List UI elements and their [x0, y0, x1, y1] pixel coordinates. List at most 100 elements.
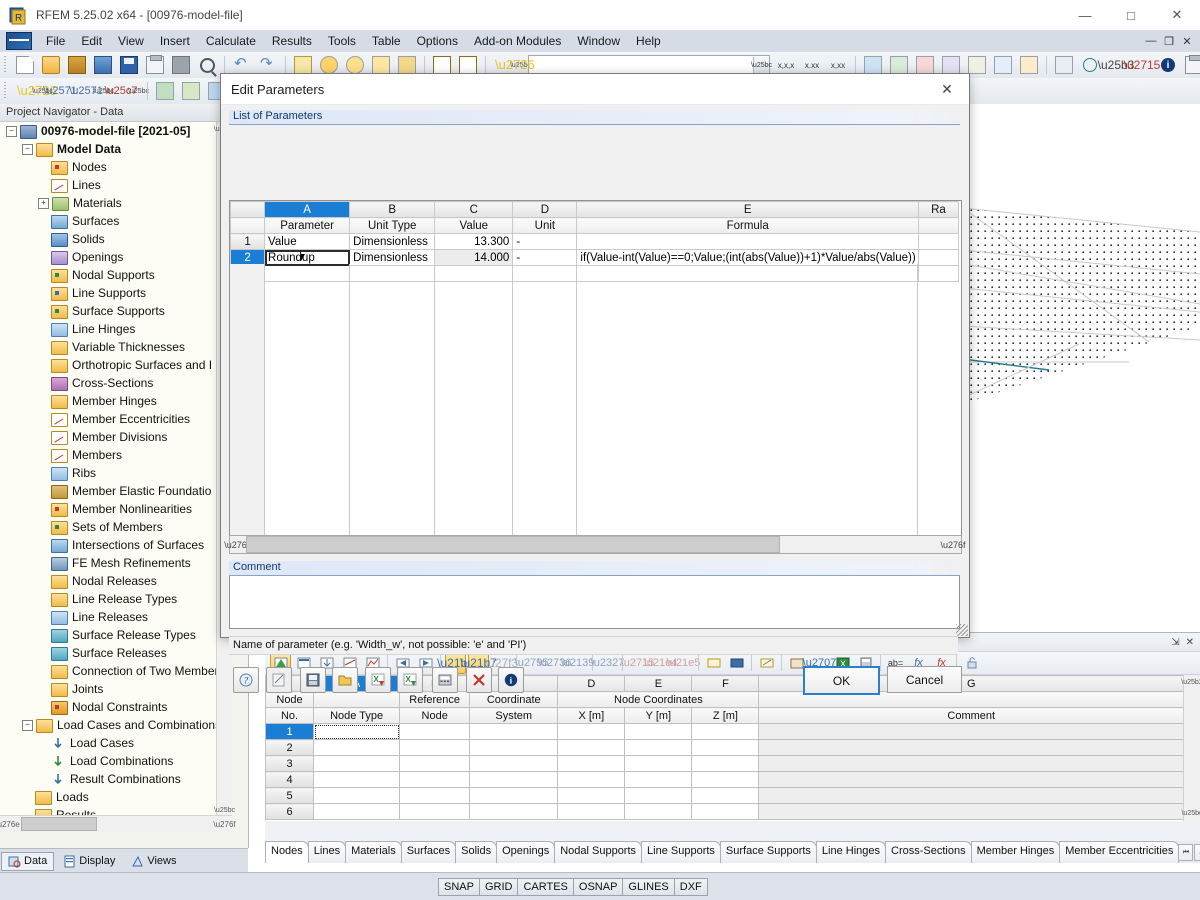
column-letter-a[interactable]: A: [264, 201, 351, 218]
mdi-close-button[interactable]: ✕: [1180, 35, 1194, 48]
tab-line-supports[interactable]: Line Supports: [641, 841, 721, 863]
cell-coordinate-system[interactable]: [469, 803, 559, 820]
column-letter-c[interactable]: C: [434, 201, 514, 218]
mdi-restore-button[interactable]: ❐: [1162, 35, 1176, 48]
sidebar-item-nodes[interactable]: Nodes: [0, 158, 232, 176]
sidebar-item-fe-mesh-refinements[interactable]: FE Mesh Refinements: [0, 554, 232, 572]
sidebar-item-line-release-types[interactable]: Line Release Types: [0, 590, 232, 608]
cell-x[interactable]: [557, 787, 626, 804]
calculator-icon[interactable]: [432, 667, 458, 693]
cell-node-type[interactable]: [313, 771, 401, 788]
sidebar-item-nodal-supports[interactable]: Nodal Supports: [0, 266, 232, 284]
sidebar-item-line-supports[interactable]: Line Supports: [0, 284, 232, 302]
comment-textarea[interactable]: [229, 576, 960, 629]
cell-node-type[interactable]: [313, 723, 401, 740]
row-header[interactable]: 5: [264, 787, 315, 804]
tab-surfaces[interactable]: Surfaces: [400, 841, 457, 863]
cell-coordinate-system[interactable]: [469, 787, 559, 804]
tab-solids[interactable]: Solids: [455, 841, 498, 863]
minimize-button[interactable]: —: [1062, 0, 1108, 30]
cell-coordinate-system[interactable]: [469, 739, 559, 756]
collapse-toggle-icon[interactable]: −: [22, 143, 33, 155]
cell-x[interactable]: [557, 723, 626, 740]
expand-toggle-icon[interactable]: +: [38, 197, 49, 209]
cell-x[interactable]: [557, 803, 626, 820]
toolbar-grip[interactable]: [3, 56, 9, 74]
line-dim-icon[interactable]: \u2571: [69, 79, 103, 103]
sidebar-item-member-elastic-foundatio[interactable]: Member Elastic Foundatio: [0, 482, 232, 500]
sidebar-item-solids[interactable]: Solids: [0, 230, 232, 248]
dialog-close-button[interactable]: ✕: [925, 75, 969, 104]
sidebar-item-load-cases[interactable]: Load Cases: [0, 734, 232, 752]
print-preview-icon[interactable]: [195, 53, 219, 77]
menu-file[interactable]: File: [38, 32, 73, 50]
status-osnap[interactable]: OSNAP: [572, 878, 624, 896]
row-header[interactable]: 1: [230, 233, 266, 250]
status-grid[interactable]: GRID: [478, 878, 519, 896]
delete-icon[interactable]: [466, 667, 492, 693]
array-icon[interactable]: \u2715: [1124, 53, 1161, 77]
print-report-icon[interactable]: [1017, 53, 1041, 77]
info-icon[interactable]: i: [498, 667, 524, 693]
cell-reference-node[interactable]: [399, 771, 471, 788]
scroll-up-icon[interactable]: \u25b2: [1181, 675, 1200, 690]
info-icon[interactable]: i: [1156, 53, 1180, 77]
tab-prev-button[interactable]: ◀: [1194, 844, 1200, 861]
sidebar-item-materials[interactable]: + Materials: [0, 194, 232, 212]
dialog-resize-grip[interactable]: [956, 624, 968, 636]
navigator-tab-data[interactable]: Data: [1, 851, 55, 871]
cell-z[interactable]: [691, 787, 760, 804]
cell-z[interactable]: [691, 739, 760, 756]
edit-icon[interactable]: [266, 667, 292, 693]
menu-addon-modules[interactable]: Add-on Modules: [466, 32, 569, 50]
cell-comment[interactable]: [758, 755, 1184, 772]
column-letter-ra[interactable]: Ra: [917, 201, 960, 218]
settings-icon[interactable]: [1052, 53, 1076, 77]
parameters-grid[interactable]: A B C D E Ra Parameter Unit Type Value U…: [229, 200, 962, 537]
sidebar-item-model-data[interactable]: − Model Data: [0, 140, 232, 158]
sidebar-item-lines[interactable]: Lines: [0, 176, 232, 194]
open-package-icon[interactable]: [65, 53, 89, 77]
tab-materials[interactable]: Materials: [345, 841, 402, 863]
close-button[interactable]: ✕: [1154, 0, 1200, 30]
sidebar-item-line-hinges[interactable]: Line Hinges: [0, 320, 232, 338]
row-header[interactable]: 3: [264, 755, 315, 772]
cell-y[interactable]: [624, 771, 693, 788]
tab-cross-sections[interactable]: Cross-Sections: [885, 841, 972, 863]
sidebar-item-cross-sections[interactable]: Cross-Sections: [0, 374, 232, 392]
save-package-icon[interactable]: [91, 53, 115, 77]
ok-button[interactable]: OK: [803, 666, 880, 695]
sidebar-item-00976-model-file-2021-05[interactable]: − 00976-model-file [2021-05]: [0, 122, 232, 140]
tab-member-eccentricities[interactable]: Member Eccentricities: [1059, 841, 1180, 863]
cell-node-type[interactable]: [313, 739, 401, 756]
table-row[interactable]: 3: [264, 755, 1184, 772]
scroll-right-icon[interactable]: \u276f: [940, 537, 965, 552]
cell-reference-node[interactable]: [399, 787, 471, 804]
sidebar-item-surface-supports[interactable]: Surface Supports: [0, 302, 232, 320]
polyline-icon[interactable]: \u25c7: [104, 79, 137, 103]
cell-z[interactable]: [691, 803, 760, 820]
pin-icon[interactable]: ⇲: [1171, 637, 1179, 648]
toolbar-grip[interactable]: [3, 82, 9, 100]
help-icon[interactable]: ?: [233, 667, 259, 693]
open-icon[interactable]: [332, 667, 358, 693]
cell-parameter[interactable]: Value: [264, 233, 351, 250]
sidebar-item-connection-of-two-members[interactable]: Connection of Two Members: [0, 662, 232, 680]
sidebar-item-surfaces[interactable]: Surfaces: [0, 212, 232, 230]
sidebar-item-surface-releases[interactable]: Surface Releases: [0, 644, 232, 662]
collapse-toggle-icon[interactable]: −: [6, 125, 17, 137]
sidebar-item-joints[interactable]: Joints: [0, 680, 232, 698]
tab-lines[interactable]: Lines: [307, 841, 347, 863]
member-new-icon[interactable]: [179, 79, 203, 103]
status-glines[interactable]: GLINES: [622, 878, 675, 896]
object-selector-combo[interactable]: \u25bc: [528, 55, 772, 75]
new-file-icon[interactable]: [13, 53, 37, 77]
cell-x[interactable]: [557, 755, 626, 772]
calculate-icon[interactable]: [991, 53, 1015, 77]
menu-view[interactable]: View: [110, 32, 152, 50]
sidebar-item-ribs[interactable]: Ribs: [0, 464, 232, 482]
scroll-right-icon[interactable]: \u276f: [213, 817, 235, 832]
menu-help[interactable]: Help: [628, 32, 669, 50]
clipboard-icon[interactable]: [143, 53, 167, 77]
status-snap[interactable]: SNAP: [438, 878, 480, 896]
